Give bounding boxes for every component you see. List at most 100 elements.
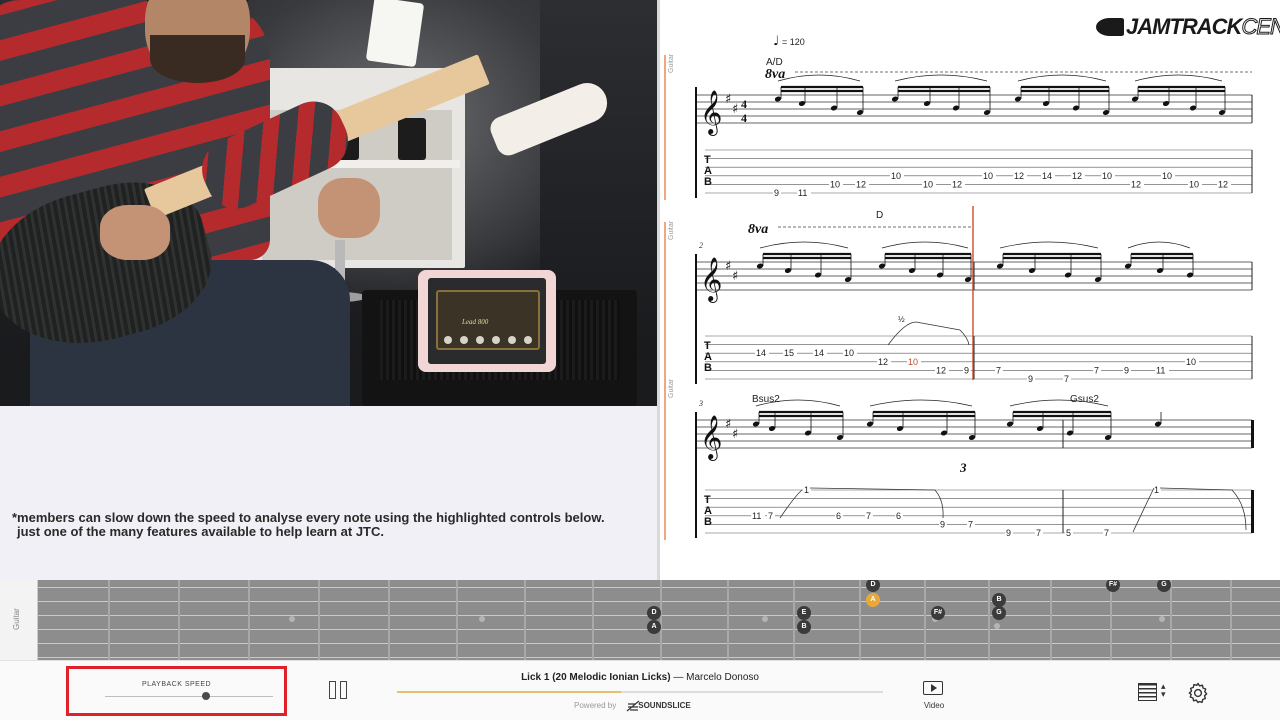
- playback-speed-slider[interactable]: [105, 696, 273, 697]
- fretboard-note[interactable]: D: [647, 606, 661, 620]
- playback-speed-label: PLAYBACK SPEED: [141, 681, 212, 688]
- fret-wire: [988, 580, 990, 660]
- settings-gear-icon[interactable]: [1186, 681, 1210, 705]
- video-toggle-button[interactable]: Video: [920, 679, 948, 717]
- tab-number: 10: [891, 171, 901, 181]
- guitar-string: [38, 601, 1280, 602]
- fretboard-note[interactable]: G: [992, 606, 1006, 620]
- tab-number: 15: [784, 348, 794, 358]
- title-separator: —: [670, 672, 687, 683]
- bend-curve: [887, 321, 970, 346]
- tab-number: 6: [836, 511, 841, 521]
- tab-number: 9: [1006, 528, 1011, 538]
- tab-number: 10: [983, 171, 993, 181]
- fretboard-note[interactable]: D: [866, 580, 880, 592]
- pause-button[interactable]: [326, 679, 352, 703]
- fretboard-note[interactable]: E: [797, 606, 811, 620]
- tablet-knob: [524, 336, 532, 344]
- instrument-label: Guitar: [668, 53, 675, 73]
- fret-inlay: [994, 623, 1000, 629]
- playback-speed-thumb[interactable]: [201, 692, 210, 700]
- tab-number: 12: [856, 179, 866, 189]
- fretboard-note[interactable]: A: [866, 593, 880, 607]
- fret-inlay: [289, 616, 295, 622]
- measure-number: 3: [698, 399, 703, 408]
- fret-wire: [592, 580, 594, 660]
- slur: [1134, 74, 1223, 82]
- tab-number: 10: [923, 179, 933, 189]
- fret-wire: [248, 580, 250, 660]
- fretboard-note[interactable]: B: [992, 593, 1006, 607]
- final-barline: [1251, 420, 1254, 448]
- soundslice-brand[interactable]: SOUNDSLICE: [638, 701, 690, 710]
- guitar-string: [38, 587, 1280, 588]
- fretboard-note[interactable]: A: [647, 620, 661, 634]
- fretboard[interactable]: Guitar D A E B D A F# B G F# G: [0, 580, 1280, 660]
- treble-clef-icon: 𝄞: [700, 90, 722, 136]
- tab-number: 7: [1094, 365, 1099, 375]
- score-panel[interactable]: Guitar T A B 𝄞 ♯ ♯ 4 4 ♩ = 120 8va A/D 9 11 10 12 10 10 12 1…: [657, 0, 1280, 580]
- tab-number: 12: [1014, 171, 1024, 181]
- fret-wire: [727, 580, 729, 660]
- sharp-icon: ♯: [725, 417, 731, 432]
- bend-release: [1159, 487, 1247, 531]
- fret-inlay: [762, 616, 768, 622]
- fretboard-instrument-tab[interactable]: Guitar: [0, 580, 38, 660]
- fret-wire: [318, 580, 320, 660]
- playback-speed-control[interactable]: PLAYBACK SPEED: [66, 666, 287, 716]
- progress-bar[interactable]: [397, 691, 883, 693]
- sharp-icon: ♯: [725, 259, 731, 274]
- layout-menu-button[interactable]: ▴ ▾: [1138, 681, 1170, 703]
- fret-wire: [524, 580, 526, 660]
- fret-wire: [178, 580, 180, 660]
- tablet-knob: [444, 336, 452, 344]
- tab-number: 14: [814, 348, 824, 358]
- system-marker: [664, 380, 666, 540]
- tab-number: 12: [1072, 171, 1082, 181]
- bend-release: [809, 487, 944, 519]
- control-bar: PLAYBACK SPEED Lick 1 (20 Melodic Ionian…: [0, 660, 1280, 720]
- bend-amount: ½: [898, 315, 905, 324]
- tab-number: 14: [1042, 171, 1052, 181]
- system-bracket: [695, 87, 697, 198]
- video-player[interactable]: Lead 800: [0, 0, 657, 406]
- soundslice-icon: [626, 700, 640, 712]
- fretboard-note[interactable]: F#: [1106, 580, 1120, 592]
- tempo-marking: = 120: [782, 37, 805, 47]
- sheet-music[interactable]: GuitarTAB𝄞 ♯♯ 44♩ = 1208vaA/D9 1110 121010 121…: [660, 0, 1280, 580]
- notice-line-1: *members can slow down the speed to anal…: [12, 510, 605, 525]
- system-marker: [664, 55, 666, 200]
- fret-wire: [660, 580, 662, 660]
- fret-wire: [456, 580, 458, 660]
- treble-clef-icon: 𝄞: [700, 415, 722, 461]
- tab-number: 1: [804, 485, 809, 495]
- logo-part-1: JAMTRACK: [1126, 14, 1242, 39]
- tab-number: 11: [752, 511, 761, 521]
- tab-number: 9: [1124, 365, 1129, 375]
- fretboard-note[interactable]: F#: [931, 606, 945, 620]
- triplet-mark: 3: [959, 460, 967, 475]
- tablet-knob: [460, 336, 468, 344]
- fretboard-note[interactable]: B: [797, 620, 811, 634]
- slur: [894, 74, 988, 82]
- picking-hand: [100, 205, 170, 260]
- fret-wire: [108, 580, 110, 660]
- slur: [881, 241, 969, 249]
- sharp-icon: ♯: [732, 269, 738, 284]
- sharp-icon: ♯: [732, 102, 738, 117]
- slur: [759, 241, 849, 249]
- guitar-string: [38, 643, 1280, 644]
- fret-inlay: [1159, 616, 1165, 622]
- fret-wire: [924, 580, 926, 660]
- instrument-label: Guitar: [668, 220, 675, 240]
- fretboard-note[interactable]: G: [1157, 580, 1171, 592]
- tab-number: 11: [798, 188, 807, 198]
- pause-icon: [329, 681, 336, 699]
- tablet-amp-label: Lead 800: [462, 318, 489, 326]
- slur: [1017, 74, 1107, 82]
- tab-clef-letter: B: [704, 176, 712, 188]
- slur: [869, 399, 973, 407]
- tab-clef-letter: B: [704, 516, 712, 528]
- person-beard: [150, 35, 245, 83]
- sharp-icon: ♯: [732, 427, 738, 442]
